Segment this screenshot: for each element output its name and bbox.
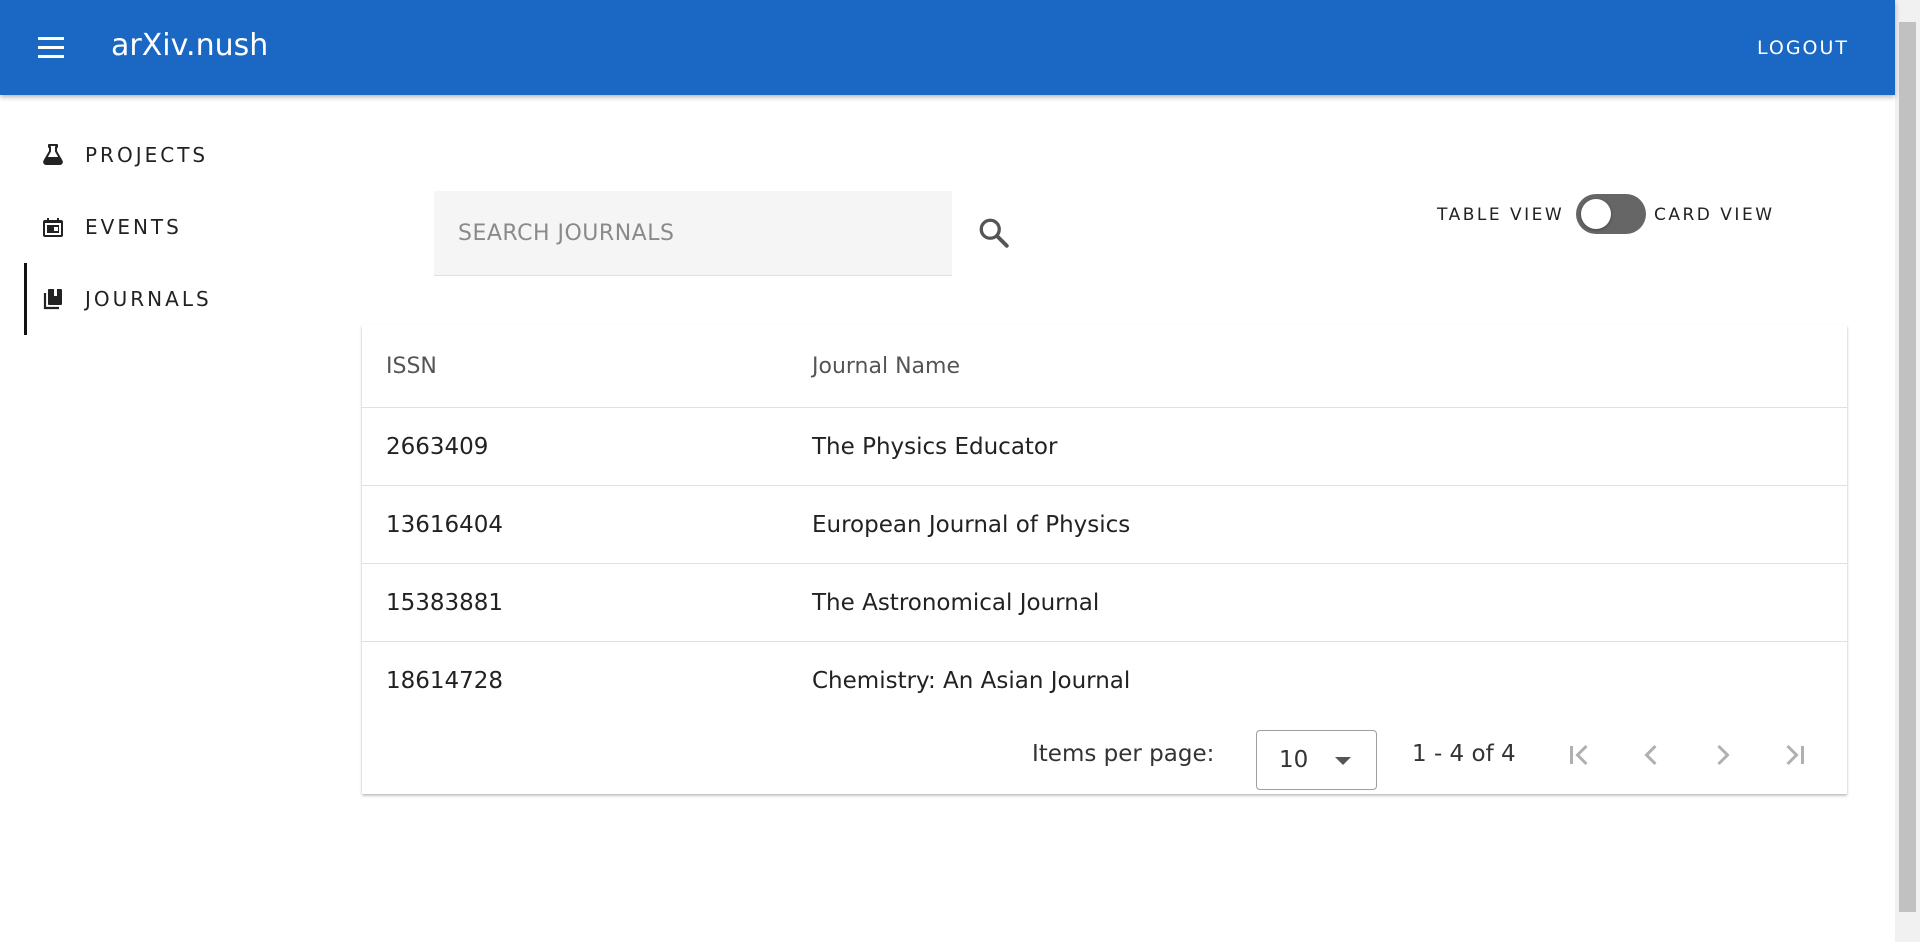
books-icon [43,289,62,310]
search-input[interactable] [434,191,952,275]
journal-name-cell: Chemistry: An Asian Journal [812,668,1131,694]
table-header-row: ISSN Journal Name [362,325,1847,408]
issn-cell: 15383881 [386,589,504,616]
sidebar-item-events[interactable]: EVENTS [24,191,294,263]
issn-cell: 13616404 [386,511,504,538]
card-view-label: CARD VIEW [1654,205,1775,225]
column-header-issn[interactable]: ISSN [386,325,437,407]
page-range-label: 1 - 4 of 4 [1412,741,1516,767]
journals-table: ISSN Journal Name 2663409 The Physics Ed… [362,325,1847,794]
flask-icon [43,144,63,165]
toggle-knob [1581,199,1611,229]
sidebar-item-journals[interactable]: JOURNALS [24,263,294,335]
page-size-value: 10 [1279,747,1309,773]
menu-icon[interactable] [30,28,70,68]
search-field [434,191,952,276]
sidebar-item-label: PROJECTS [85,143,209,167]
issn-cell: 2663409 [386,433,489,460]
table-row[interactable]: 2663409 The Physics Educator [362,408,1847,486]
dropdown-arrow-icon [1335,757,1351,765]
search-icon[interactable] [976,215,1012,251]
view-toggle[interactable] [1576,194,1646,234]
column-header-journal-name[interactable]: Journal Name [812,325,960,407]
first-page-icon[interactable] [1561,737,1597,773]
next-page-icon[interactable] [1705,737,1741,773]
previous-page-icon[interactable] [1633,737,1669,773]
table-row[interactable]: 15383881 The Astronomical Journal [362,564,1847,642]
paginator: Items per page: 10 1 - 4 of 4 [362,715,1847,794]
last-page-icon[interactable] [1777,737,1813,773]
issn-cell: 18614728 [386,668,504,694]
table-row[interactable]: 18614728 Chemistry: An Asian Journal [362,642,1847,720]
sidebar-item-projects[interactable]: PROJECTS [24,119,294,191]
logout-button[interactable]: LOGOUT [1738,30,1868,66]
table-view-label: TABLE VIEW [1437,205,1565,225]
items-per-page-label: Items per page: [1032,741,1215,767]
calendar-icon [43,218,63,237]
table-row[interactable]: 13616404 European Journal of Physics [362,486,1847,564]
sidebar-item-label: JOURNALS [85,287,212,311]
app-title: arXiv.nush [111,28,269,63]
sidebar-item-label: EVENTS [85,215,182,239]
top-toolbar: arXiv.nush LOGOUT [0,0,1895,95]
page-scrollbar[interactable] [1895,0,1920,942]
journal-name-cell: European Journal of Physics [812,511,1131,538]
scrollbar-thumb[interactable] [1899,22,1916,912]
journal-name-cell: The Astronomical Journal [812,589,1100,616]
journal-name-cell: The Physics Educator [812,433,1058,460]
page-size-select[interactable]: 10 [1256,730,1377,790]
